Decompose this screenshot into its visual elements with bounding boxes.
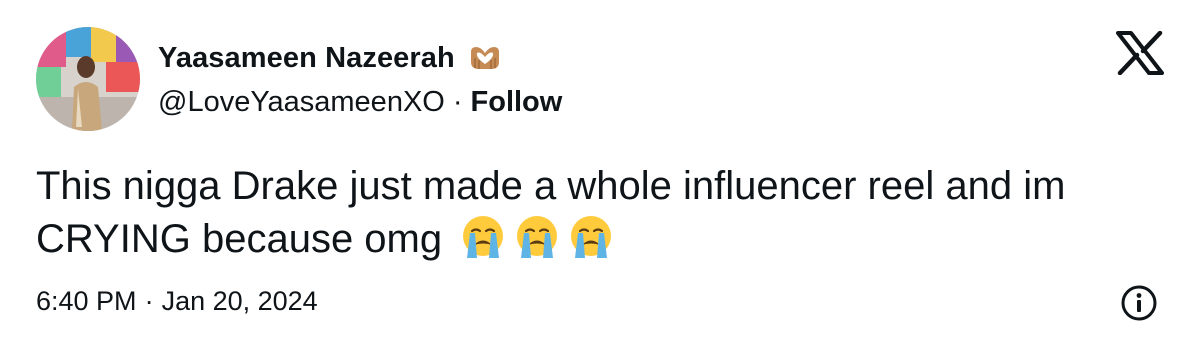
emoji-group xyxy=(459,212,621,260)
x-logo-icon[interactable] xyxy=(1116,30,1164,76)
info-icon[interactable] xyxy=(1120,284,1158,322)
crying-emoji-icon xyxy=(567,212,615,260)
tweet-card: Yaasameen Nazeerah @LoveYaasameenXO · Fo… xyxy=(0,0,1200,362)
handle[interactable]: @LoveYaasameenXO xyxy=(158,86,445,119)
timestamp-separator: · xyxy=(144,285,154,316)
avatar-image xyxy=(36,27,140,131)
tweet-date: Jan 20, 2024 xyxy=(161,285,318,316)
crying-emoji-icon xyxy=(513,212,561,260)
heart-hands-icon xyxy=(467,44,503,72)
author-name-row: Yaasameen Nazeerah xyxy=(158,38,503,78)
avatar[interactable] xyxy=(36,27,140,131)
crying-emoji-icon xyxy=(459,212,507,260)
tweet-text: This nigga Drake just made a whole influ… xyxy=(36,160,1156,265)
follow-button[interactable]: Follow xyxy=(471,86,563,119)
handle-row: @LoveYaasameenXO · Follow xyxy=(158,82,562,122)
tweet-timestamp[interactable]: 6:40 PM · Jan 20, 2024 xyxy=(36,283,318,319)
tweet-time: 6:40 PM xyxy=(36,285,137,316)
follow-separator: · xyxy=(452,85,463,118)
display-name[interactable]: Yaasameen Nazeerah xyxy=(158,42,455,75)
